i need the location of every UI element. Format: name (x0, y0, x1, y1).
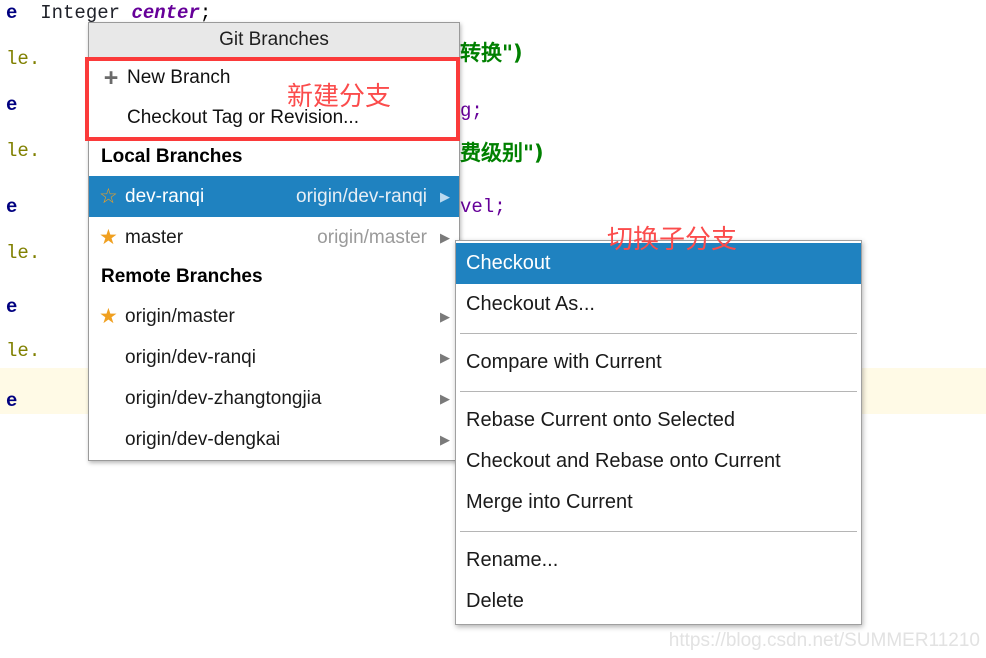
code-token: le (6, 140, 29, 162)
code-line: e (6, 94, 17, 116)
chevron-right-icon: ▶ (440, 390, 450, 406)
context-menu-item[interactable]: Delete (456, 581, 861, 622)
context-menu-item-label: Merge into Current (466, 491, 633, 513)
branch-name: origin/dev-ranqi (125, 346, 256, 368)
annotation-switch-branch: 切换子分支 (607, 225, 738, 255)
tracking-branch-label: origin/dev-ranqi (296, 185, 427, 207)
code-line: le. (6, 242, 40, 264)
context-menu-item[interactable]: Rename... (456, 540, 861, 581)
code-token: Integer (40, 2, 132, 24)
remote-branch-item[interactable]: origin/dev-zhangtongjia ▶ (89, 378, 459, 419)
code-token: g; (460, 100, 483, 122)
context-menu-item[interactable]: Rebase Current onto Selected (456, 400, 861, 441)
context-menu-item[interactable]: Checkout As... (456, 284, 861, 325)
code-line: le. (6, 140, 40, 162)
code-token: 转换") (460, 41, 523, 65)
local-branches-header: Local Branches (101, 146, 243, 167)
code-token: . (28, 140, 41, 162)
code-token: e (6, 196, 18, 218)
git-branches-title: Git Branches (89, 23, 459, 58)
chevron-right-icon: ▶ (440, 229, 450, 245)
chevron-right-icon: ▶ (440, 188, 450, 204)
context-menu-item-label: Rename... (466, 549, 559, 571)
context-menu-item[interactable]: Compare with Current (456, 342, 861, 383)
code-token: center (131, 2, 200, 24)
local-branches-list: ☆ dev-ranqi origin/dev-ranqi ▶ ★ master origin… (89, 176, 459, 258)
remote-branches-header: Remote Branches (101, 266, 263, 287)
branch-name: origin/master (125, 305, 235, 327)
code-line: le. (6, 340, 40, 362)
context-menu-item-label: Checkout and Rebase onto Current (466, 450, 781, 472)
star-outline-icon: ☆ (99, 185, 118, 208)
code-token: le (6, 242, 29, 264)
code-line: e (6, 296, 17, 318)
context-menu-item[interactable]: Merge into Current (456, 482, 861, 523)
code-token: e (6, 2, 18, 24)
context-menu-item-label: Delete (466, 590, 524, 612)
git-branches-actions: + New Branch Checkout Tag or Revision... (89, 58, 459, 138)
context-menu-item-label: Compare with Current (466, 351, 662, 373)
code-token: le (6, 48, 29, 70)
tracking-branch-label: origin/master (317, 226, 427, 248)
code-token: e (6, 296, 18, 318)
context-menu-item[interactable]: Checkout and Rebase onto Current (456, 441, 861, 482)
code-line: le. (6, 48, 40, 70)
menu-separator (460, 391, 857, 392)
code-token: e (6, 94, 18, 116)
branch-name: origin/dev-dengkai (125, 428, 281, 450)
local-branch-item[interactable]: ★ master origin/master ▶ (89, 217, 459, 258)
star-filled-icon: ★ (99, 305, 118, 328)
git-branches-action-checkout-tag[interactable]: Checkout Tag or Revision... (89, 98, 459, 138)
local-branch-item[interactable]: ☆ dev-ranqi origin/dev-ranqi ▶ (89, 176, 459, 217)
git-branches-popup[interactable]: Git Branches + New Branch Checkout Tag or … (88, 22, 460, 461)
plus-icon: + (103, 63, 119, 92)
remote-branch-item[interactable]: ★ origin/master ▶ (89, 296, 459, 337)
git-branches-action-new-branch[interactable]: + New Branch (89, 58, 459, 98)
watermark: https://blog.csdn.net/SUMMER11210 (668, 630, 980, 651)
code-fragment: vel; (460, 196, 506, 218)
branch-context-menu[interactable]: Checkout Checkout As... Compare with Curre… (455, 240, 862, 625)
chevron-right-icon: ▶ (440, 349, 450, 365)
code-token: 费级别") (460, 141, 544, 165)
code-fragment: 费级别") (460, 142, 544, 164)
action-label: New Branch (127, 67, 231, 88)
branch-name: origin/dev-zhangtongjia (125, 387, 322, 409)
remote-branch-item[interactable]: origin/dev-ranqi ▶ (89, 337, 459, 378)
code-token: le (6, 340, 29, 362)
chevron-right-icon: ▶ (440, 308, 450, 324)
remote-branch-item[interactable]: origin/dev-dengkai ▶ (89, 419, 459, 460)
menu-separator (460, 531, 857, 532)
context-menu-item-label: Rebase Current onto Selected (466, 409, 736, 431)
star-filled-icon: ★ (99, 226, 118, 249)
code-token: ; (199, 2, 212, 24)
code-fragment: 转换") (460, 42, 523, 64)
code-token: vel; (460, 196, 506, 218)
annotation-new-branch: 新建分支 (287, 82, 392, 112)
branch-name: dev-ranqi (125, 185, 205, 207)
menu-separator (460, 333, 857, 334)
context-menu-item-label: Checkout As... (466, 293, 595, 315)
context-menu-item-label: Checkout (466, 252, 551, 274)
code-token: . (28, 242, 41, 264)
branch-name: master (125, 226, 184, 248)
code-fragment: g; (460, 100, 483, 122)
chevron-right-icon: ▶ (440, 431, 450, 447)
code-line: e (6, 196, 17, 218)
code-token: . (28, 340, 41, 362)
code-token: e (6, 390, 18, 412)
code-line: e (6, 390, 17, 412)
remote-branches-list: ★ origin/master ▶ origin/dev-ranqi ▶ origin/d… (89, 296, 459, 460)
code-line: e Integer center; (6, 2, 211, 24)
code-token: . (28, 48, 41, 70)
